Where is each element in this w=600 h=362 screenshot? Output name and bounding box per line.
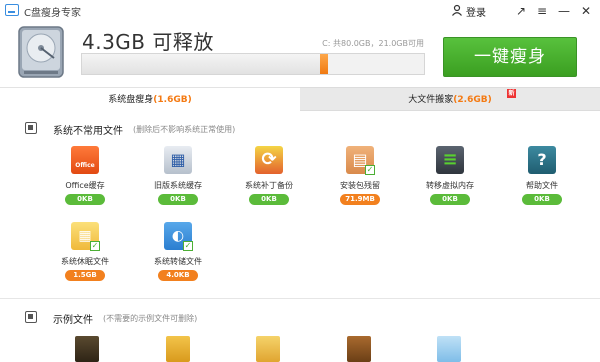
memory-glyph: ≡ — [442, 149, 458, 170]
cleanup-item[interactable]: ▤ ✓ 安装包残留 71.9MB — [325, 146, 395, 218]
checkmark-icon[interactable]: ✓ — [365, 165, 375, 175]
cleanup-item[interactable]: ⟳ 系统补丁备份 0KB — [234, 146, 304, 218]
cleanup-item-name: 安装包残留 — [340, 181, 380, 190]
free-space-label: 4.3GB 可释放 — [82, 30, 214, 54]
cleanup-item-name: 帮助文件 — [526, 181, 558, 190]
one-click-slim-button[interactable]: 一键瘦身 — [443, 37, 577, 77]
disk-usage-marker — [320, 54, 328, 74]
drive-info: C: 共80.0GB，21.0GB可用 — [322, 39, 424, 48]
cleanup-item[interactable]: ▦ 旧版系统缓存 0KB — [143, 146, 213, 218]
windows-update-glyph: ⟳ — [261, 149, 277, 170]
cleanup-item-size-badge: 4.0KB — [158, 270, 198, 281]
sample-music-icon[interactable] — [166, 336, 190, 362]
cleanup-item[interactable]: ≡ 转移虚拟内存 0KB — [415, 146, 485, 218]
section-sample-note: (不需要的示例文件可删除) — [103, 314, 198, 323]
monitor-glyph: ▦ — [170, 150, 186, 169]
monitor-icon[interactable]: ▦ — [164, 146, 192, 174]
cleanup-item-size-badge: 0KB — [430, 194, 470, 205]
cleanup-item-size-badge: 0KB — [158, 194, 198, 205]
tab-large-file-move[interactable]: 大文件搬家(2.6GB) — [300, 87, 600, 111]
cleanup-item[interactable]: ◐ ✓ 系统转储文件 4.0KB — [143, 222, 213, 294]
sample-picture-icon[interactable] — [256, 336, 280, 362]
cleanup-item-name: 转移虚拟内存 — [426, 181, 474, 190]
sample-photo-icon[interactable] — [437, 336, 461, 362]
app-logo-icon — [5, 4, 19, 16]
close-icon[interactable]: ✕ — [578, 3, 594, 19]
help-icon[interactable]: ? — [528, 146, 556, 174]
checkmark-icon[interactable]: ✓ — [183, 241, 193, 251]
cleanup-item-name: 旧版系统缓存 — [154, 181, 202, 190]
cleanup-item-name: 系统补丁备份 — [245, 181, 293, 190]
cleanup-item-size-badge: 0KB — [249, 194, 289, 205]
login-link[interactable]: 登录 — [466, 4, 486, 19]
checkmark-icon[interactable]: ✓ — [90, 241, 100, 251]
office-icon[interactable]: Office — [71, 146, 99, 174]
cleanup-item-size-badge: 0KB — [522, 194, 562, 205]
tab-system-slim-label: 系统盘瘦身 — [108, 95, 154, 105]
office-glyph: Office — [75, 162, 95, 169]
hard-drive-icon — [18, 26, 64, 78]
cleanup-item-name: Office缓存 — [65, 181, 105, 190]
windows-update-icon[interactable]: ⟳ — [255, 146, 283, 174]
sample-media-icon[interactable] — [347, 336, 371, 362]
cleanup-item[interactable]: ▦ ✓ 系统休眠文件 1.5GB — [50, 222, 120, 294]
memory-icon[interactable]: ≡ — [436, 146, 464, 174]
section-system-note: (删除后不影响系统正常使用) — [133, 125, 236, 134]
cleanup-item-size-badge: 71.9MB — [340, 194, 380, 205]
section-divider — [0, 298, 600, 299]
share-icon[interactable]: ↗ — [513, 3, 529, 19]
disk-usage-fill — [82, 54, 328, 74]
section-sample-title: 示例文件 — [53, 315, 93, 326]
cleanup-item[interactable]: ? 帮助文件 0KB — [507, 146, 577, 218]
section-system-icon — [25, 122, 37, 134]
cleanup-item[interactable]: Office Office缓存 0KB — [50, 146, 120, 218]
new-badge: 新 — [507, 89, 516, 98]
cleanup-item-size-badge: 1.5GB — [65, 270, 105, 281]
cleanup-item-size-badge: 0KB — [65, 194, 105, 205]
sample-video-icon[interactable] — [75, 336, 99, 362]
tab-system-slim-size: (1.6GB) — [153, 95, 192, 105]
minimize-icon[interactable]: — — [556, 3, 572, 19]
tab-large-file-move-size: (2.6GB) — [453, 95, 492, 105]
title-bar: C盘瘦身专家 登录 ↗ ≡ — ✕ — [0, 0, 600, 22]
disk-usage-bar — [81, 53, 425, 75]
tab-large-file-move-label: 大文件搬家 — [408, 95, 454, 105]
tab-system-slim[interactable]: 系统盘瘦身(1.6GB) — [0, 87, 300, 111]
section-sample-icon — [25, 311, 37, 323]
help-glyph: ? — [537, 150, 547, 169]
user-icon[interactable] — [451, 4, 463, 16]
cleanup-item-name: 系统休眠文件 — [61, 257, 109, 266]
section-system-title: 系统不常用文件 — [53, 126, 123, 137]
cleanup-item-name: 系统转储文件 — [154, 257, 202, 266]
menu-icon[interactable]: ≡ — [534, 3, 550, 19]
app-title: C盘瘦身专家 — [24, 8, 81, 19]
